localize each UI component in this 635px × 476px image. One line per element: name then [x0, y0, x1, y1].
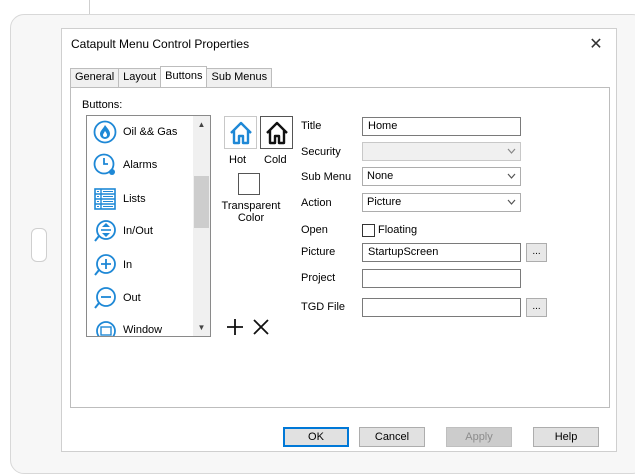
list-item-label: Out [123, 292, 141, 304]
picture-browse-button[interactable]: ... [526, 243, 547, 262]
title-input[interactable]: Home [362, 117, 521, 136]
close-icon: ✕ [589, 36, 603, 53]
action-label: Action [301, 197, 332, 209]
tab-sub-menus[interactable]: Sub Menus [206, 68, 273, 87]
transparent-label-line1: Transparent [221, 200, 281, 212]
hot-icon-selector[interactable] [224, 116, 257, 149]
picture-input[interactable]: StartupScreen [362, 243, 521, 262]
ok-button[interactable]: OK [283, 427, 349, 447]
plus-icon [227, 319, 243, 335]
window-icon [96, 321, 116, 336]
transparent-color-swatch[interactable] [238, 173, 260, 195]
list-item[interactable]: Alarms [93, 151, 157, 179]
plus-circle-icon [94, 254, 116, 276]
scroll-down-button[interactable]: ▼ [193, 319, 210, 336]
cold-label: Cold [264, 154, 287, 166]
list-scrollbar[interactable]: ▲ ▼ [193, 116, 210, 336]
scroll-thumb[interactable] [194, 176, 209, 228]
list-item-label: Window [123, 324, 163, 336]
chevron-down-icon [507, 148, 516, 154]
tab-general[interactable]: General [70, 68, 120, 87]
tab-strip: General Layout Buttons Sub Menus [70, 66, 273, 87]
picture-label: Picture [301, 246, 336, 258]
remove-button[interactable] [251, 317, 271, 337]
submenu-label: Sub Menu [301, 171, 352, 183]
chevron-down-icon [507, 173, 516, 179]
list-item-label: In/Out [123, 225, 153, 237]
apply-button[interactable]: Apply [446, 427, 512, 447]
list-item[interactable]: Oil && Gas [93, 118, 177, 146]
tgd-browse-button[interactable]: ... [526, 298, 547, 317]
action-select[interactable]: Picture [362, 193, 521, 212]
home-cold-icon [265, 121, 288, 144]
frame-edge-line [89, 0, 90, 14]
tablet-home-button [31, 228, 47, 262]
minus-circle-icon [94, 287, 116, 309]
list-item-label: In [123, 259, 133, 271]
project-input[interactable] [362, 269, 521, 288]
security-select[interactable] [362, 142, 521, 161]
list-item-label: Oil && Gas [123, 126, 178, 138]
list-item[interactable]: In [93, 251, 132, 279]
grid-list-icon [94, 188, 116, 210]
action-select-value: Picture [367, 196, 402, 208]
tab-layout[interactable]: Layout [118, 68, 162, 87]
help-button[interactable]: Help [533, 427, 599, 447]
chevron-down-icon: ▼ [197, 323, 206, 332]
alarm-clock-icon [93, 153, 115, 175]
list-item[interactable]: Out [93, 284, 141, 312]
transparent-label-line2: Color [237, 212, 265, 224]
security-label: Security [301, 146, 341, 158]
list-item[interactable]: Lists [93, 185, 146, 213]
tgd-file-label: TGD File [301, 301, 345, 313]
flame-icon [93, 120, 117, 144]
scroll-up-button[interactable]: ▲ [193, 116, 210, 133]
properties-dialog: Catapult Menu Control Properties ✕ Gener… [61, 28, 617, 452]
floating-label: Floating [378, 224, 418, 236]
list-item[interactable]: In/Out [93, 217, 153, 245]
chevron-up-icon: ▲ [197, 120, 206, 129]
list-item-label: Lists [123, 193, 146, 205]
transparent-color-label: Transparent Color [218, 200, 284, 224]
buttons-list[interactable]: Oil && Gas Alarms Lists In/Out In Out Wi… [86, 115, 211, 337]
floating-checkbox[interactable] [362, 224, 375, 237]
add-button[interactable] [225, 317, 245, 337]
submenu-select[interactable]: None [362, 167, 521, 186]
dialog-title: Catapult Menu Control Properties [71, 37, 250, 51]
cancel-button[interactable]: Cancel [359, 427, 425, 447]
close-button[interactable]: ✕ [584, 32, 608, 56]
list-item[interactable]: Window [93, 316, 163, 336]
chevron-down-icon [507, 199, 516, 205]
cold-icon-selector[interactable] [260, 116, 293, 149]
tab-buttons[interactable]: Buttons [160, 66, 208, 87]
in-out-icon [94, 220, 116, 242]
x-icon [253, 319, 269, 335]
buttons-list-label: Buttons: [82, 99, 123, 111]
hot-label: Hot [229, 154, 247, 166]
project-label: Project [301, 272, 336, 284]
list-item-label: Alarms [123, 159, 158, 171]
submenu-select-value: None [367, 170, 394, 182]
title-label: Title [301, 120, 322, 132]
open-label: Open [301, 224, 328, 236]
tgd-file-input[interactable] [362, 298, 521, 317]
dialog-titlebar: Catapult Menu Control Properties ✕ [62, 29, 616, 59]
home-hot-icon [229, 121, 252, 144]
